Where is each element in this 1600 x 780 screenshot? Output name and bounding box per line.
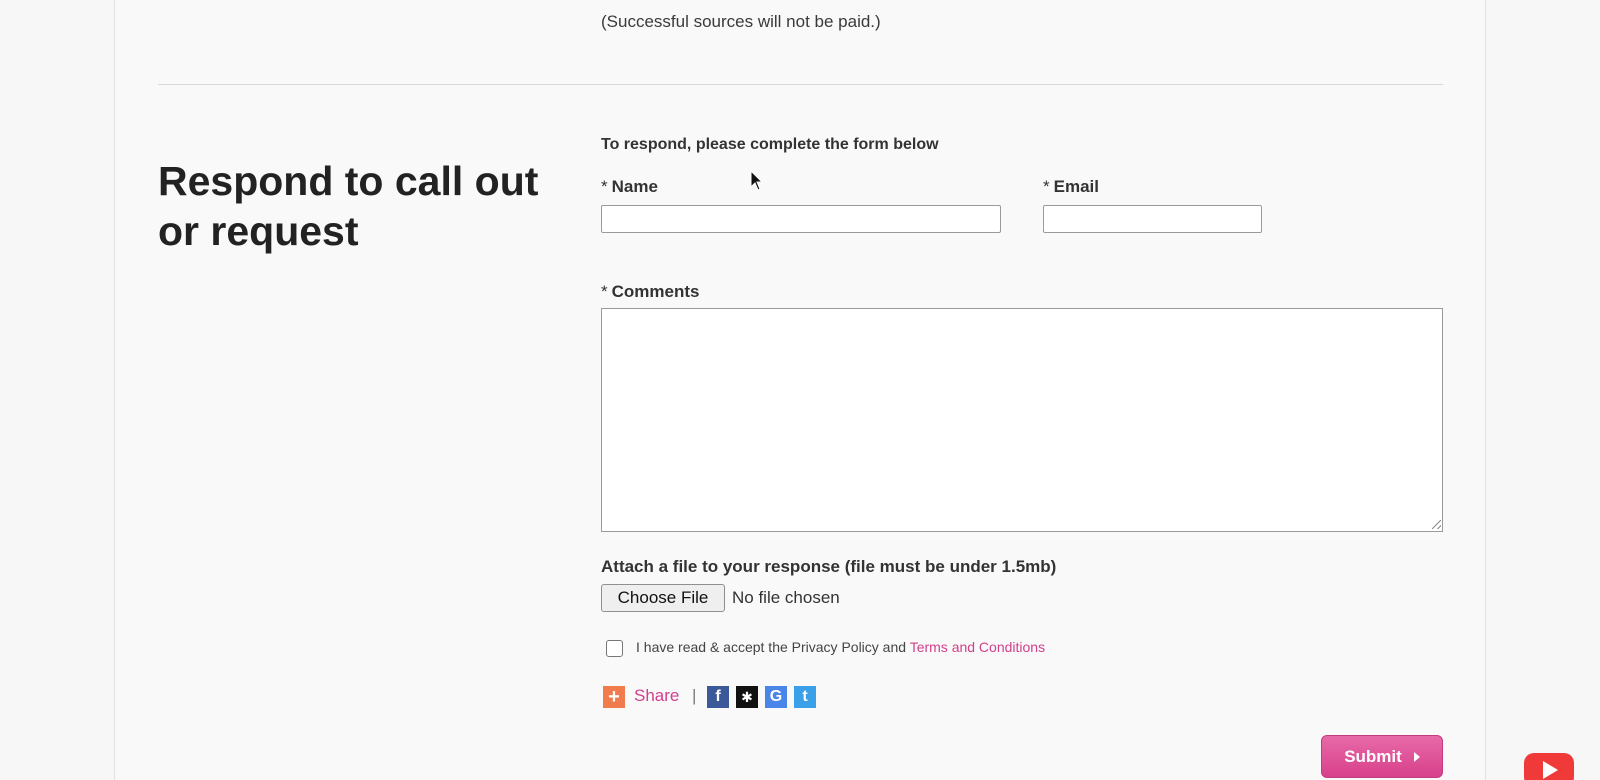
mouse-cursor-icon <box>750 170 764 191</box>
accept-terms-checkbox[interactable] <box>606 640 623 657</box>
facebook-icon[interactable]: f <box>707 686 729 708</box>
file-status: No file chosen <box>732 588 840 607</box>
email-label-text: Email <box>1053 177 1099 196</box>
submit-label: Submit <box>1344 746 1402 766</box>
comments-label: * Comments <box>601 282 699 302</box>
attach-label: Attach a file to your response (file mus… <box>601 557 1057 576</box>
plus-icon[interactable]: + <box>603 686 625 708</box>
resize-handle-icon[interactable] <box>1432 520 1441 529</box>
accept-terms-text: I have read & accept the Privacy Policy … <box>636 639 907 655</box>
comments-label-text: Comments <box>611 282 700 301</box>
required-marker: * <box>1043 177 1050 196</box>
share-link[interactable]: Share <box>634 686 679 706</box>
required-marker: * <box>601 282 608 301</box>
share-separator: | <box>692 686 697 705</box>
section-divider <box>158 84 1443 85</box>
choose-file-button[interactable]: Choose File <box>601 584 725 612</box>
name-label-text: Name <box>611 177 658 196</box>
submit-button[interactable]: Submit <box>1321 735 1443 778</box>
section-heading-line2: or request <box>158 208 359 254</box>
comments-field[interactable] <box>601 308 1443 532</box>
section-heading-line1: Respond to call out <box>158 158 539 204</box>
section-heading: Respond to call out or request <box>158 156 578 256</box>
email-field[interactable] <box>1043 205 1262 233</box>
twitter-icon[interactable]: t <box>794 686 816 708</box>
required-marker: * <box>601 177 608 196</box>
name-field[interactable] <box>601 205 1001 233</box>
form-intro: To respond, please complete the form bel… <box>601 136 939 153</box>
email-label: * Email <box>1043 177 1099 197</box>
payment-note: (Successful sources will not be paid.) <box>601 12 881 31</box>
chevron-right-icon <box>1413 752 1420 763</box>
youtube-icon[interactable] <box>1524 753 1574 780</box>
terms-link[interactable]: Terms and Conditions <box>910 639 1045 655</box>
myspace-icon[interactable]: ✱ <box>736 686 758 708</box>
google-icon[interactable]: G <box>765 686 787 708</box>
name-label: * Name <box>601 177 658 197</box>
accept-terms-label: I have read & accept the Privacy Policy … <box>636 639 1045 655</box>
page: (Successful sources will not be paid.) R… <box>0 0 1600 780</box>
